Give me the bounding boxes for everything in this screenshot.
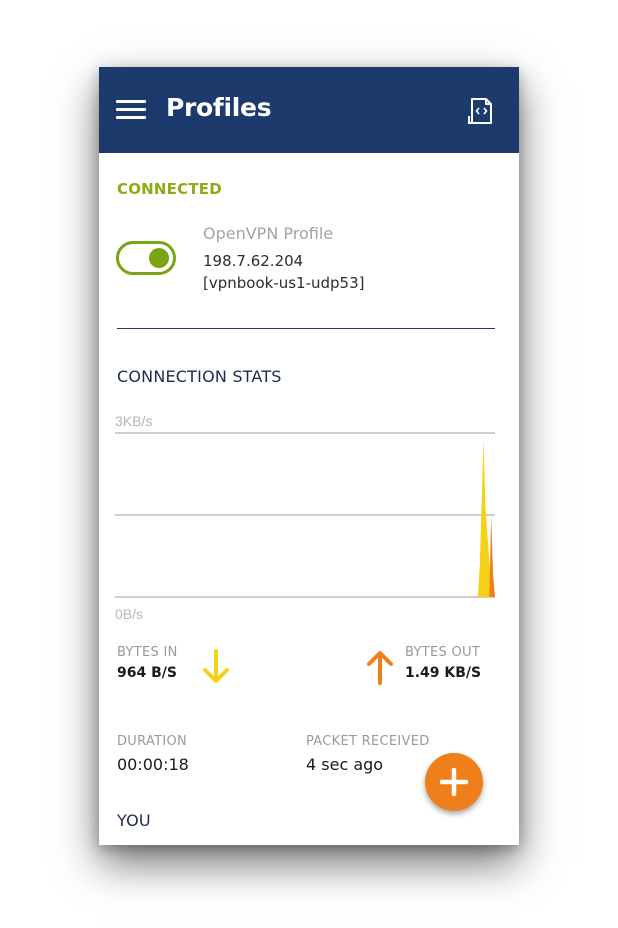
bytes-out-value: 1.49 KB/S	[405, 665, 482, 681]
you-section-title: YOU	[117, 811, 151, 830]
section-divider	[117, 328, 495, 329]
hamburger-menu-icon[interactable]	[116, 100, 146, 120]
arrow-up-icon	[367, 651, 393, 685]
add-profile-button[interactable]	[425, 753, 483, 811]
traffic-chart: 3KB/s 0B/s	[115, 413, 495, 622]
chart-max-label: 3KB/s	[115, 413, 152, 429]
chart-min-label: 0B/s	[115, 606, 143, 622]
bytes-out-label: BYTES OUT	[405, 645, 481, 660]
profile-server: [vpnbook-us1-udp53]	[203, 274, 365, 292]
bytes-out-series	[115, 515, 495, 597]
page-title: Profiles	[166, 93, 272, 122]
plus-icon	[439, 767, 469, 797]
toggle-knob	[149, 248, 169, 268]
profile-name[interactable]: OpenVPN Profile	[203, 224, 333, 243]
file-code-import-icon[interactable]	[465, 96, 495, 126]
connection-stats-title: CONNECTION STATS	[117, 367, 282, 386]
connection-toggle[interactable]	[116, 241, 176, 275]
bytes-in-label: BYTES IN	[117, 645, 178, 660]
app-screen: Profiles CONNECTED OpenVPN Profile 198.7…	[99, 67, 519, 845]
duration-label: DURATION	[117, 734, 188, 749]
packet-received-label: PACKET RECEIVED	[306, 734, 430, 749]
connection-status-label: CONNECTED	[117, 180, 222, 198]
duration-value: 00:00:18	[117, 755, 189, 774]
arrow-down-icon	[203, 649, 229, 683]
packet-received-value: 4 sec ago	[306, 755, 384, 774]
bytes-in-value: 964 B/S	[117, 665, 177, 681]
profile-ip: 198.7.62.204	[203, 252, 304, 270]
bytes-in-series	[115, 438, 495, 597]
app-bar: Profiles	[99, 67, 519, 153]
